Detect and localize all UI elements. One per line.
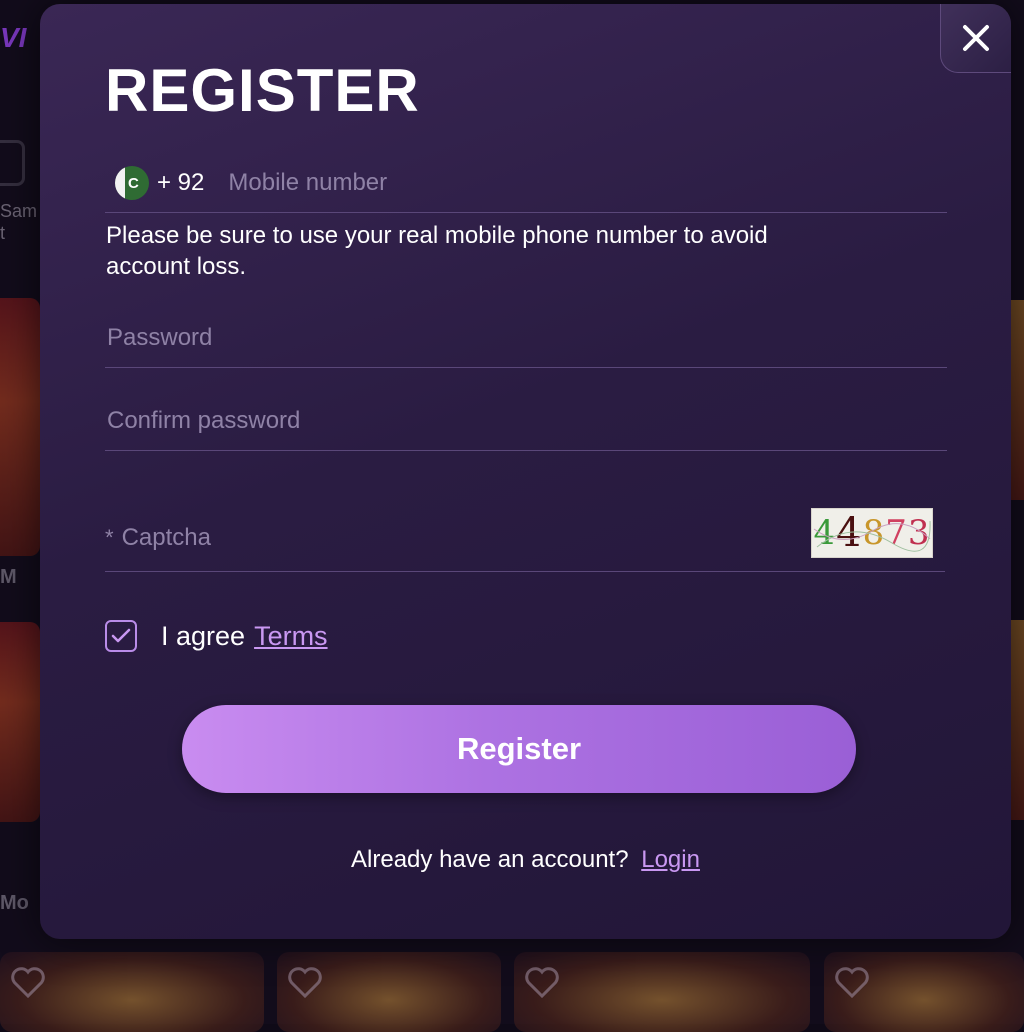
provider-logo bbox=[0, 140, 25, 186]
background-text-line: Sam bbox=[0, 201, 38, 221]
confirm-password-input[interactable] bbox=[105, 406, 709, 436]
close-icon bbox=[963, 25, 989, 51]
required-mark: * bbox=[105, 524, 114, 550]
background-game-tile bbox=[1010, 620, 1024, 820]
heart-icon bbox=[525, 967, 559, 998]
captcha-input[interactable] bbox=[119, 522, 684, 553]
heart-icon bbox=[288, 967, 322, 998]
captcha-noise bbox=[813, 520, 931, 552]
background-game-thumb bbox=[277, 952, 501, 1032]
agree-label: I agree bbox=[161, 620, 246, 651]
login-link[interactable]: Login bbox=[641, 846, 700, 873]
background-game-thumb bbox=[0, 952, 264, 1032]
mobile-number-input[interactable] bbox=[226, 168, 791, 198]
background-more-label: Mo bbox=[0, 892, 29, 914]
register-button[interactable]: Register bbox=[182, 705, 856, 793]
captcha-field: * 4 4 8 7 3 bbox=[105, 504, 945, 572]
login-prompt-text: Already have an account? bbox=[351, 846, 629, 873]
agree-checkbox[interactable] bbox=[105, 620, 137, 652]
background-game-tile bbox=[0, 298, 40, 556]
modal-title: REGISTER bbox=[105, 57, 420, 124]
password-input[interactable] bbox=[105, 323, 709, 353]
register-modal: REGISTER C + 92 Please be sure to use yo… bbox=[40, 4, 1011, 939]
heart-icon bbox=[835, 967, 869, 998]
checkmark-icon bbox=[111, 628, 131, 643]
app-logo: VI bbox=[0, 22, 27, 52]
background-game-tile bbox=[0, 622, 40, 822]
phone-hint-text: Please be sure to use your real mobile p… bbox=[106, 222, 768, 280]
background-more-label: M bbox=[0, 566, 17, 588]
heart-icon bbox=[11, 967, 45, 998]
login-prompt-row: Already have an account? Login bbox=[40, 846, 1011, 874]
agree-row: I agree Terms bbox=[105, 616, 328, 656]
background-text-line: t bbox=[0, 223, 6, 243]
close-button[interactable] bbox=[940, 4, 1011, 73]
pakistan-flag-icon[interactable]: C bbox=[115, 166, 149, 200]
background-game-thumb bbox=[514, 952, 810, 1032]
confirm-password-field bbox=[105, 392, 947, 451]
terms-link[interactable]: Terms bbox=[254, 621, 328, 652]
phone-field: C + 92 bbox=[105, 154, 947, 213]
background-game-row bbox=[0, 952, 1024, 1032]
captcha-image[interactable]: 4 4 8 7 3 bbox=[811, 508, 933, 558]
background-partial-text: Sam t bbox=[0, 200, 37, 244]
password-field bbox=[105, 309, 947, 368]
background-game-thumb bbox=[824, 952, 1024, 1032]
background-game-tile bbox=[1010, 300, 1024, 500]
country-code[interactable]: + 92 bbox=[157, 169, 204, 197]
